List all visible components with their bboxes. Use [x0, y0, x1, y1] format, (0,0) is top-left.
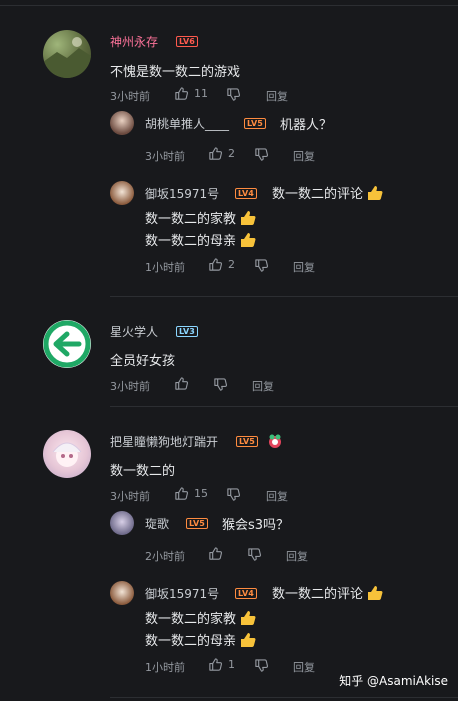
thumbs-down-icon [227, 88, 241, 101]
level-badge: LV4 [235, 188, 257, 199]
reply-button[interactable]: 回复 [266, 488, 288, 504]
thumbs-down-icon [214, 378, 228, 391]
reply-time: 2小时前 [145, 550, 185, 563]
avatar[interactable] [43, 30, 91, 78]
dislike-button[interactable] [226, 87, 241, 102]
username[interactable]: 胡桃单推人____ [145, 115, 229, 132]
thumbs-up-icon [209, 258, 223, 271]
thumbs-down-icon [255, 148, 269, 161]
dislike-button[interactable] [226, 487, 241, 502]
level-badge: LV3 [176, 326, 198, 337]
thumbs-up-emoji-icon [368, 586, 383, 600]
avatar[interactable] [43, 430, 91, 478]
reply-button[interactable]: 回复 [252, 378, 274, 394]
reply-text: 机器人？ [280, 118, 333, 133]
like-button[interactable] [208, 546, 223, 561]
avatar[interactable] [110, 511, 134, 535]
like-button[interactable]: 2 [208, 257, 235, 272]
reply-button[interactable]: 回复 [293, 659, 315, 675]
comment-divider [110, 296, 458, 297]
landscape-avatar-icon [43, 37, 91, 78]
thumbs-up-emoji-icon [241, 633, 256, 647]
reply-text-line: 数一数二的家教 [145, 608, 256, 627]
comment-time: 3小时前 [110, 490, 150, 503]
reply-text: 猴会s3吗？ [222, 518, 290, 533]
like-button[interactable] [174, 376, 189, 391]
thumbs-up-emoji-icon [241, 211, 256, 225]
dislike-button[interactable] [254, 258, 269, 273]
reply-text-line: 数一数二的母亲 [145, 630, 256, 649]
reply-text-line: 数一数二的母亲 [145, 230, 256, 249]
like-count: 11 [194, 87, 208, 100]
like-count: 15 [194, 487, 208, 500]
reply-time: 3小时前 [145, 150, 185, 163]
thumbs-up-emoji-icon [368, 186, 383, 200]
like-button[interactable]: 11 [174, 86, 208, 101]
back-arrow-icon [43, 320, 91, 368]
watermark: 知乎 @AsamiAkise [339, 674, 448, 688]
like-count: 1 [228, 658, 235, 671]
username[interactable]: 把星瞳懒狗地灯踹开 [110, 433, 218, 450]
reply-time: 1小时前 [145, 261, 185, 274]
comment-time: 3小时前 [110, 380, 150, 393]
dislike-button[interactable] [254, 147, 269, 162]
level-badge: LV5 [236, 436, 258, 447]
comment-divider [110, 406, 458, 407]
comment-divider [110, 697, 458, 698]
thumbs-up-emoji-icon [241, 611, 256, 625]
username[interactable]: 星火学人 [110, 323, 158, 340]
level-badge: LV4 [235, 588, 257, 599]
thumbs-up-icon [209, 547, 223, 560]
reply-button[interactable]: 回复 [293, 148, 315, 164]
thumbs-up-icon [209, 147, 223, 160]
avatar[interactable] [110, 581, 134, 605]
thumbs-down-icon [248, 548, 262, 561]
top-divider [0, 5, 458, 6]
like-button[interactable]: 15 [174, 486, 208, 501]
reply-button[interactable]: 回复 [293, 259, 315, 275]
username[interactable]: 御坂15971号 [145, 585, 219, 602]
username[interactable]: 御坂15971号 [145, 185, 219, 202]
level-badge: LV6 [176, 36, 198, 47]
like-count: 2 [228, 147, 235, 160]
like-count: 2 [228, 258, 235, 271]
comment-text: 数一数二的 [110, 464, 176, 479]
like-button[interactable]: 1 [208, 657, 235, 672]
dislike-button[interactable] [247, 547, 262, 562]
dislike-button[interactable] [213, 377, 228, 392]
username[interactable]: 琁歌 [145, 515, 169, 532]
reply-text-line: 数一数二的家教 [145, 208, 256, 227]
thumbs-down-icon [255, 659, 269, 672]
thumbs-down-icon [227, 488, 241, 501]
dislike-button[interactable] [254, 658, 269, 673]
reply-text-line: 数一数二的评论 [272, 583, 383, 602]
thumbs-up-icon [209, 658, 223, 671]
thumbs-up-icon [175, 377, 189, 390]
comment-time: 3小时前 [110, 90, 150, 103]
thumbs-up-icon [175, 87, 189, 100]
reply-time: 1小时前 [145, 661, 185, 674]
comment-text: 不愧是数一数二的游戏 [110, 65, 241, 80]
anime-avatar-icon [52, 442, 82, 467]
comment-text: 全员好女孩 [110, 354, 176, 369]
thumbs-up-emoji-icon [241, 233, 256, 247]
reply-button[interactable]: 回复 [266, 88, 288, 104]
level-badge: LV5 [186, 518, 208, 529]
level-badge: LV5 [244, 118, 266, 129]
avatar[interactable] [43, 320, 91, 368]
username[interactable]: 神州永存 [110, 33, 158, 50]
fan-medal-icon [269, 434, 281, 448]
like-button[interactable]: 2 [208, 146, 235, 161]
thumbs-down-icon [255, 259, 269, 272]
reply-text-line: 数一数二的评论 [272, 183, 383, 202]
avatar[interactable] [110, 181, 134, 205]
avatar[interactable] [110, 111, 134, 135]
thumbs-up-icon [175, 487, 189, 500]
reply-button[interactable]: 回复 [286, 548, 308, 564]
